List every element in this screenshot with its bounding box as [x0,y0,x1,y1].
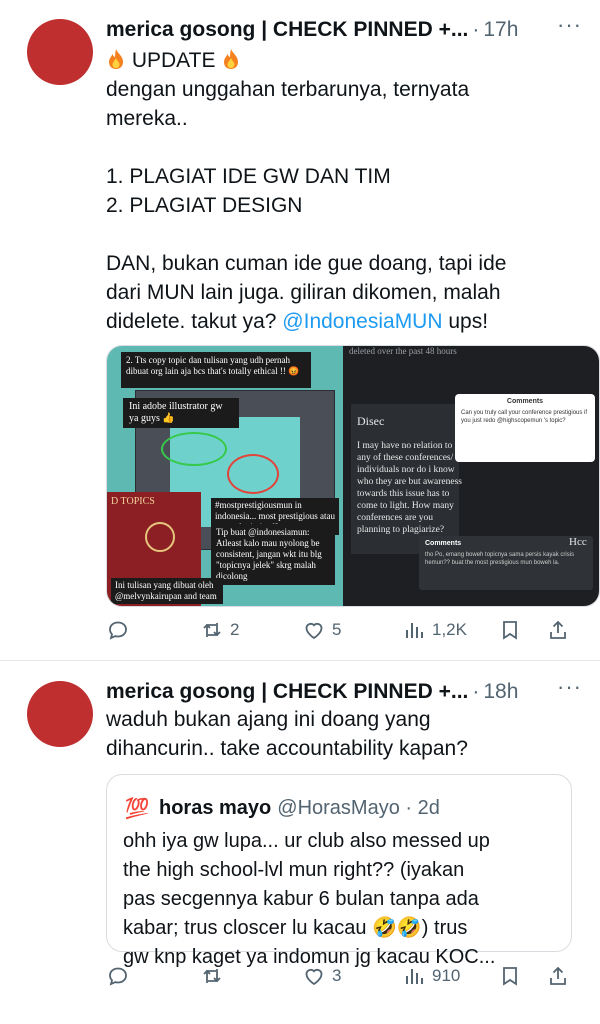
text-segment: ups! [442,310,489,333]
views-button[interactable]: 1,2K [402,614,467,646]
text-line: dengan unggahan terbarunya, ternyata [106,78,470,101]
like-count: 3 [332,966,342,985]
heart-icon [305,968,323,986]
quoted-display-name[interactable]: horas mayo [159,797,271,820]
update-label: UPDATE [131,49,216,72]
tweet-text: UPDATE dengan unggahan terbarunya, terny… [106,46,582,336]
views-count: 910 [432,966,461,985]
divider [0,660,600,661]
text-line: waduh bukan ajang ini doang yang [106,708,431,731]
reply-icon [109,621,127,640]
avatar[interactable] [27,681,93,747]
caption-text: Disec [357,414,385,428]
quoted-handle: @HorasMayo · 2d [277,796,440,819]
like-button[interactable]: 3 [302,960,341,992]
media-image[interactable]: 2. Tts copy topic dan tulisan yang udh p… [106,345,600,607]
hundred-points-icon: 💯 [124,797,150,820]
text-line: 1. PLAGIAT IDE GW DAN TIM [106,165,391,188]
caption-banner: 2. Tts copy topic dan tulisan yang udh p… [121,352,311,388]
retweet-count: 2 [230,620,240,639]
retweet-button[interactable]: 2 [200,614,239,646]
tweet-header: merica gosong | CHECK PINNED +... · 18h … [106,674,582,708]
caption-text: deleted over the past 48 hours [349,346,457,356]
text-line: dari MUN lain juga. giliran dikomen, mal… [106,281,501,304]
tweet-header: merica gosong | CHECK PINNED +... · 17h … [106,12,582,46]
text-line: dihancurin.. take accountability kapan? [106,737,468,760]
views-count: 1,2K [432,620,467,639]
caption-note: Ini tulisan yang dibuat oleh @melvynkair… [111,578,223,604]
comment-card-text: Can you truly call your conference prest… [461,410,588,424]
bookmark-button[interactable] [498,960,522,992]
views-icon [406,969,423,984]
comment-card-title: Comments [425,540,462,547]
tweet-text: waduh bukan ajang ini doang yang dihancu… [106,705,582,763]
bookmark-icon [503,621,517,640]
text-line: ohh iya gw lupa... ur club also messed u… [123,830,490,852]
retweet-icon [203,623,221,637]
tweet[interactable]: merica gosong | CHECK PINNED +... · 17h … [0,0,600,661]
caption-note: Ini adobe illustrator gw ya guys 👍 [123,398,239,428]
text-line: pas secgennya kabur 6 bulan tanpa ada [123,888,479,910]
action-bar: 2 5 1,2K [106,614,582,646]
more-options-icon[interactable]: ··· [557,12,582,38]
quoted-tweet-text: ohh iya gw lupa... ur club also messed u… [123,827,561,972]
reply-button[interactable] [106,614,136,646]
heart-icon [305,622,323,640]
separator: · [472,680,480,703]
comment-card: Comments Can you truly call your confere… [455,394,595,462]
avatar[interactable] [27,19,93,85]
text-line: mereka.. [106,107,188,130]
text-segment: didelete. takut ya? [106,310,283,333]
share-button[interactable] [546,614,570,646]
text-line: kabar; trus closcer lu kacau 🤣🤣) trus [123,917,468,939]
retweet-icon [203,969,221,983]
annotation-circle [227,454,279,494]
annotation-circle [161,432,227,466]
mention-link[interactable]: @IndonesiaMUN [282,310,442,333]
caption-text: I may have no relation to any of these c… [357,441,462,535]
bookmark-icon [503,967,517,986]
text-line: DAN, bukan cuman ide gue doang, tapi ide [106,252,507,275]
views-button[interactable]: 910 [402,960,460,992]
text-line: 2. PLAGIAT DESIGN [106,194,303,217]
quoted-tweet[interactable]: 💯 horas mayo @HorasMayo · 2d ohh iya gw … [106,774,572,968]
display-name[interactable]: merica gosong | CHECK PINNED +... [106,18,468,42]
share-icon [550,966,566,985]
comment-card: Comments tho Po, emang boweh topicnya sa… [419,536,593,590]
text-line: the high school-lvl mun right?? (iyakan [123,859,465,881]
fire-icon [224,49,239,69]
retweet-button[interactable] [200,960,230,992]
share-icon [550,620,566,639]
display-name[interactable]: merica gosong | CHECK PINNED +... [106,680,468,704]
like-count: 5 [332,620,342,639]
text-line: didelete. takut ya? @IndonesiaMUN ups! [106,307,582,336]
reply-icon [109,967,127,986]
caption-text: Hcc [569,536,587,548]
tweet[interactable]: merica gosong | CHECK PINNED +... · 18h … [0,662,600,1024]
timestamp[interactable]: 17h [483,18,518,42]
comment-card-text: tho Po, emang boweh topicnya sama persis… [425,552,575,566]
caption-note: Tip buat @indonesiamun: Atleast kalo mau… [211,524,335,585]
media-left-panel[interactable]: 2. Tts copy topic dan tulisan yang udh p… [107,346,343,606]
views-icon [406,623,423,638]
reply-button[interactable] [106,960,136,992]
comment-card-title: Comments [506,398,544,405]
like-button[interactable]: 5 [302,614,341,646]
separator: · [472,18,480,41]
seal-icon [145,522,175,552]
timestamp[interactable]: 18h [483,680,518,704]
fire-icon [109,49,123,69]
red-document-label: D TOPICS [111,496,155,507]
action-bar: 3 910 [106,960,582,992]
media-right-panel[interactable]: deleted over the past 48 hours Disec I m… [343,346,599,606]
more-options-icon[interactable]: ··· [557,674,582,700]
update-line: UPDATE [106,46,582,75]
bookmark-button[interactable] [498,614,522,646]
share-button[interactable] [546,960,570,992]
quoted-tweet-header: 💯 horas mayo @HorasMayo · 2d [123,795,440,821]
